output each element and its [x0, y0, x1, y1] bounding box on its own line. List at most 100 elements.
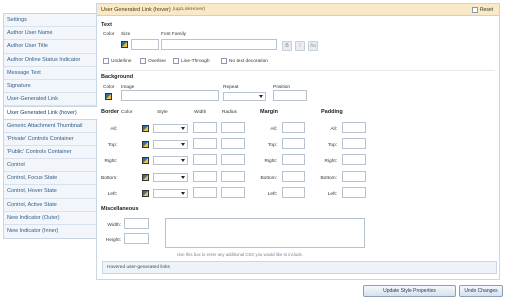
overline-label: Overline	[148, 58, 166, 64]
bg-position-input[interactable]	[273, 90, 307, 101]
sidebar-item-new-indicator-outer[interactable]: New Indicator (Outer)	[4, 212, 96, 225]
panel-title-selector: (ugcLinkHover)	[172, 7, 206, 12]
border-bottom-width-input[interactable]	[193, 171, 217, 182]
border-top-label: Top:	[107, 143, 117, 148]
border-left-color-swatch[interactable]	[142, 190, 149, 197]
border-right-radius-input[interactable]	[221, 154, 245, 165]
sidebar-item-author-user-name[interactable]: Author User Name	[4, 27, 96, 41]
background-section-title: Background	[101, 74, 134, 80]
misc-height-label: Height:	[105, 238, 121, 243]
border-top-radius-input[interactable]	[221, 138, 245, 149]
extra-css-textarea[interactable]	[165, 218, 365, 248]
chevron-down-icon	[181, 159, 185, 162]
sidebar-item-public-controls[interactable]: 'Public' Controls Container	[4, 146, 96, 160]
update-style-properties-button[interactable]: Update Style Properties	[363, 285, 456, 297]
padding-bottom-input[interactable]	[342, 171, 366, 182]
border-right-color-swatch[interactable]	[142, 157, 149, 164]
border-left-label: Left:	[107, 192, 117, 197]
misc-height-input[interactable]	[124, 233, 149, 244]
border-left-style-select[interactable]	[153, 189, 188, 198]
underline-label: Underline	[111, 58, 132, 64]
bg-image-input[interactable]	[121, 90, 219, 101]
margin-all-input[interactable]	[282, 122, 305, 133]
padding-bottom-label: Bottom:	[320, 176, 337, 181]
no-decoration-checkbox[interactable]	[221, 58, 227, 64]
line-through-checkbox[interactable]	[173, 58, 179, 64]
padding-all-label: All:	[330, 127, 337, 132]
padding-top-label: Top:	[327, 143, 337, 148]
sidebar-item-control[interactable]: Control	[4, 159, 96, 173]
undo-changes-button[interactable]: Undo Changes	[459, 285, 503, 297]
style-property-list: Settings Author User Name Author User Ti…	[3, 13, 98, 240]
underline-checkbox[interactable]	[103, 58, 109, 64]
border-left-width-input[interactable]	[193, 187, 217, 198]
bg-color-label: Color	[103, 85, 115, 90]
border-width-label: Width	[194, 110, 207, 115]
misc-width-label: Width:	[107, 223, 121, 228]
border-bottom-color-swatch[interactable]	[142, 174, 149, 181]
sidebar-item-settings[interactable]: Settings	[4, 14, 96, 28]
border-left-radius-input[interactable]	[221, 187, 245, 198]
margin-left-input[interactable]	[282, 187, 305, 198]
margin-right-label: Right:	[264, 159, 277, 164]
border-section-title: Border	[101, 109, 120, 115]
border-color-label: Color	[121, 110, 133, 115]
text-section-title: Text	[101, 22, 112, 28]
reset-checkbox[interactable]	[471, 6, 478, 13]
bg-repeat-select[interactable]	[223, 92, 266, 101]
no-decoration-label: No text decoration	[229, 58, 268, 64]
padding-section-title: Padding	[321, 109, 343, 115]
margin-right-input[interactable]	[282, 154, 305, 165]
margin-left-label: Left:	[267, 192, 277, 197]
chevron-down-icon	[181, 127, 185, 130]
border-right-style-select[interactable]	[153, 156, 188, 165]
bold-button[interactable]: B	[282, 41, 292, 51]
sidebar-item-author-online-status[interactable]: Author Online Status Indicator	[4, 54, 96, 67]
bg-color-swatch[interactable]	[105, 93, 112, 100]
line-through-label: Line-Through	[181, 58, 210, 64]
sidebar-item-control-focus[interactable]: Control, Focus State	[4, 172, 96, 186]
padding-right-input[interactable]	[342, 154, 366, 165]
text-case-button[interactable]: Aa	[308, 41, 318, 51]
sidebar-item-message-text[interactable]: Message Text	[4, 67, 96, 80]
border-bottom-style-select[interactable]	[153, 173, 188, 182]
margin-top-input[interactable]	[282, 138, 305, 149]
style-editor-panel: User Generated Link (hover) (ugcLinkHove…	[96, 3, 500, 280]
chevron-down-icon	[181, 143, 185, 146]
font-family-input[interactable]	[161, 39, 277, 50]
sidebar-item-control-hover[interactable]: Control, Hover State	[4, 185, 96, 199]
text-size-input[interactable]	[131, 39, 159, 50]
text-color-swatch[interactable]	[121, 41, 128, 48]
extra-css-hint: Use this box to enter any additional CSS…	[177, 252, 304, 257]
border-bottom-label: Bottom:	[101, 176, 118, 181]
panel-title: User Generated Link (hover)	[101, 6, 171, 13]
border-all-width-input[interactable]	[193, 122, 217, 133]
sidebar-item-user-generated-link[interactable]: User-Generated Link	[4, 93, 96, 107]
border-all-color-swatch[interactable]	[142, 125, 149, 132]
sidebar-item-signature[interactable]: Signature	[4, 80, 96, 94]
padding-top-input[interactable]	[342, 138, 366, 149]
border-top-style-select[interactable]	[153, 140, 188, 149]
border-all-label: All:	[110, 127, 117, 132]
border-right-width-input[interactable]	[193, 154, 217, 165]
border-bottom-radius-input[interactable]	[221, 171, 245, 182]
border-top-color-swatch[interactable]	[142, 141, 149, 148]
padding-all-input[interactable]	[342, 122, 366, 133]
sidebar-item-generic-attachment-thumbnail[interactable]: Generic Attachment Thumbnail	[4, 120, 96, 133]
text-color-label: Color	[103, 32, 115, 37]
misc-width-input[interactable]	[124, 218, 149, 229]
sidebar-item-control-active[interactable]: Control, Active State	[4, 199, 96, 212]
margin-bottom-input[interactable]	[282, 171, 305, 182]
sidebar-item-new-indicator-inner[interactable]: New Indicator (Inner)	[4, 225, 96, 238]
style-description: Hovered user-generated links	[102, 261, 497, 274]
border-top-width-input[interactable]	[193, 138, 217, 149]
italic-button[interactable]: I	[295, 41, 305, 51]
sidebar-item-user-generated-link-hover[interactable]: User Generated Link (hover)	[4, 106, 98, 120]
overline-checkbox[interactable]	[140, 58, 146, 64]
border-all-style-select[interactable]	[153, 124, 188, 133]
padding-left-input[interactable]	[342, 187, 366, 198]
sidebar-item-author-user-title[interactable]: Author User Title	[4, 40, 96, 54]
border-all-radius-input[interactable]	[221, 122, 245, 133]
sidebar-item-private-controls[interactable]: 'Private' Controls Container	[4, 133, 96, 146]
chevron-down-icon	[259, 95, 263, 98]
